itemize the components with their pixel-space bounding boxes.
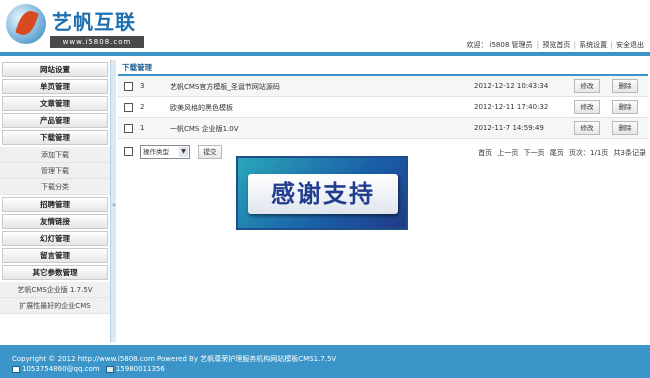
table-row: 1 一帆CMS 企业版1.0V 2012-11-7 14:59:49 修改 删除 <box>118 118 648 139</box>
top-nav: 欢迎： i5808 管理员 | 预览首页 | 系统设置 | 安全退出 <box>466 41 644 49</box>
logo-icon <box>6 4 46 44</box>
other-submenu: 艺帆CMS企业版 1.7.5V 扩展性最好的企业CMS <box>0 282 110 314</box>
contact-line: 1053754860@qq.com 15980011356 <box>12 364 650 374</box>
menu-other-params[interactable]: 其它参数管理 <box>2 265 108 280</box>
edit-button[interactable]: 修改 <box>574 79 600 93</box>
contact-phone: 15980011356 <box>115 365 165 373</box>
submenu-tagline: 扩展性最好的企业CMS <box>0 298 110 314</box>
prev-page-link[interactable]: 上一页 <box>497 149 518 157</box>
chevron-down-icon: ▼ <box>179 147 188 157</box>
main-title: 下载管理 <box>118 62 648 76</box>
row-date: 2012-12-11 17:40:32 <box>474 103 549 111</box>
page-info: 页次：1/1页 <box>569 149 609 157</box>
first-page-link[interactable]: 首页 <box>478 149 492 157</box>
table-row: 3 艺帆CMS官方模板_圣诞节网站源码 2012-12-12 10:43:34 … <box>118 76 648 97</box>
next-page-link[interactable]: 下一页 <box>524 149 545 157</box>
row-date: 2012-11-7 14:59:49 <box>474 124 544 132</box>
edit-button[interactable]: 修改 <box>574 100 600 114</box>
logo[interactable]: 艺帆互联 www.i5808.com <box>6 4 144 48</box>
thanks-banner: 感谢支持 <box>236 156 408 230</box>
row-title: 欧美风格的黑色模板 <box>170 104 233 112</box>
action-type-value: 操作类型 <box>143 148 169 156</box>
delete-button[interactable]: 删除 <box>612 121 638 135</box>
action-type-select[interactable]: 操作类型 ▼ <box>140 145 190 159</box>
submenu-add-download[interactable]: 添加下载 <box>0 147 110 163</box>
last-page-link[interactable]: 尾页 <box>550 149 564 157</box>
sidebar-splitter[interactable]: « <box>110 60 116 342</box>
row-id: 3 <box>140 82 145 90</box>
delete-button[interactable]: 删除 <box>612 79 638 93</box>
pagination: 首页 上一页 下一页 尾页 页次：1/1页 共3条记录 <box>475 148 646 158</box>
sidebar: 网站设置 单页管理 文章管理 产品管理 下载管理 添加下载 管理下载 下载分类 … <box>0 60 110 342</box>
logout-link[interactable]: 安全退出 <box>616 41 644 49</box>
menu-recruit-manage[interactable]: 招聘管理 <box>2 197 108 212</box>
system-settings-link[interactable]: 系统设置 <box>579 41 607 49</box>
row-id: 1 <box>140 124 145 132</box>
phone-icon <box>105 365 114 373</box>
total-records: 共3条记录 <box>613 149 646 157</box>
menu-site-settings[interactable]: 网站设置 <box>2 62 108 77</box>
collapse-arrow-icon[interactable]: « <box>111 200 117 210</box>
row-checkbox[interactable] <box>124 82 133 91</box>
row-title: 艺帆CMS官方模板_圣诞节网站源码 <box>170 83 280 91</box>
menu-friend-links[interactable]: 友情链接 <box>2 214 108 229</box>
row-id: 2 <box>140 103 145 111</box>
contact-email: 1053754860@qq.com <box>22 365 100 373</box>
download-submenu: 添加下载 管理下载 下载分类 <box>0 147 110 195</box>
copyright-text: Copyright © 2012 http://www.i5808.com Po… <box>12 355 337 363</box>
row-title: 一帆CMS 企业版1.0V <box>170 125 239 133</box>
menu-slide-manage[interactable]: 幻灯管理 <box>2 231 108 246</box>
banner-text: 感谢支持 <box>271 180 375 208</box>
menu-page-manage[interactable]: 单页管理 <box>2 79 108 94</box>
logo-text: 艺帆互联 <box>52 10 136 34</box>
header-bar <box>0 52 650 56</box>
select-all-checkbox[interactable] <box>124 147 133 156</box>
submenu-version: 艺帆CMS企业版 1.7.5V <box>0 282 110 298</box>
row-checkbox[interactable] <box>124 124 133 133</box>
menu-message-manage[interactable]: 留言管理 <box>2 248 108 263</box>
page-footer: Copyright © 2012 http://www.i5808.com Po… <box>0 345 650 378</box>
submit-button[interactable]: 提交 <box>198 145 222 159</box>
preview-home-link[interactable]: 预览首页 <box>542 41 570 49</box>
menu-article-manage[interactable]: 文章管理 <box>2 96 108 111</box>
menu-product-manage[interactable]: 产品管理 <box>2 113 108 128</box>
welcome-label: 欢迎： <box>466 41 488 49</box>
edit-button[interactable]: 修改 <box>574 121 600 135</box>
logo-url: www.i5808.com <box>50 36 144 48</box>
row-date: 2012-12-12 10:43:34 <box>474 82 549 90</box>
banner-plate: 感谢支持 <box>248 174 398 214</box>
submenu-manage-download[interactable]: 管理下载 <box>0 163 110 179</box>
header: 艺帆互联 www.i5808.com 欢迎： i5808 管理员 | 预览首页 |… <box>0 0 650 56</box>
download-table: 3 艺帆CMS官方模板_圣诞节网站源码 2012-12-12 10:43:34 … <box>118 76 648 139</box>
submenu-download-category[interactable]: 下载分类 <box>0 179 110 195</box>
table-row: 2 欧美风格的黑色模板 2012-12-11 17:40:32 修改 删除 <box>118 97 648 118</box>
user-name: i5808 管理员 <box>489 41 533 49</box>
row-checkbox[interactable] <box>124 103 133 112</box>
mail-icon <box>12 365 20 373</box>
delete-button[interactable]: 删除 <box>612 100 638 114</box>
menu-download-manage[interactable]: 下载管理 <box>2 130 108 145</box>
